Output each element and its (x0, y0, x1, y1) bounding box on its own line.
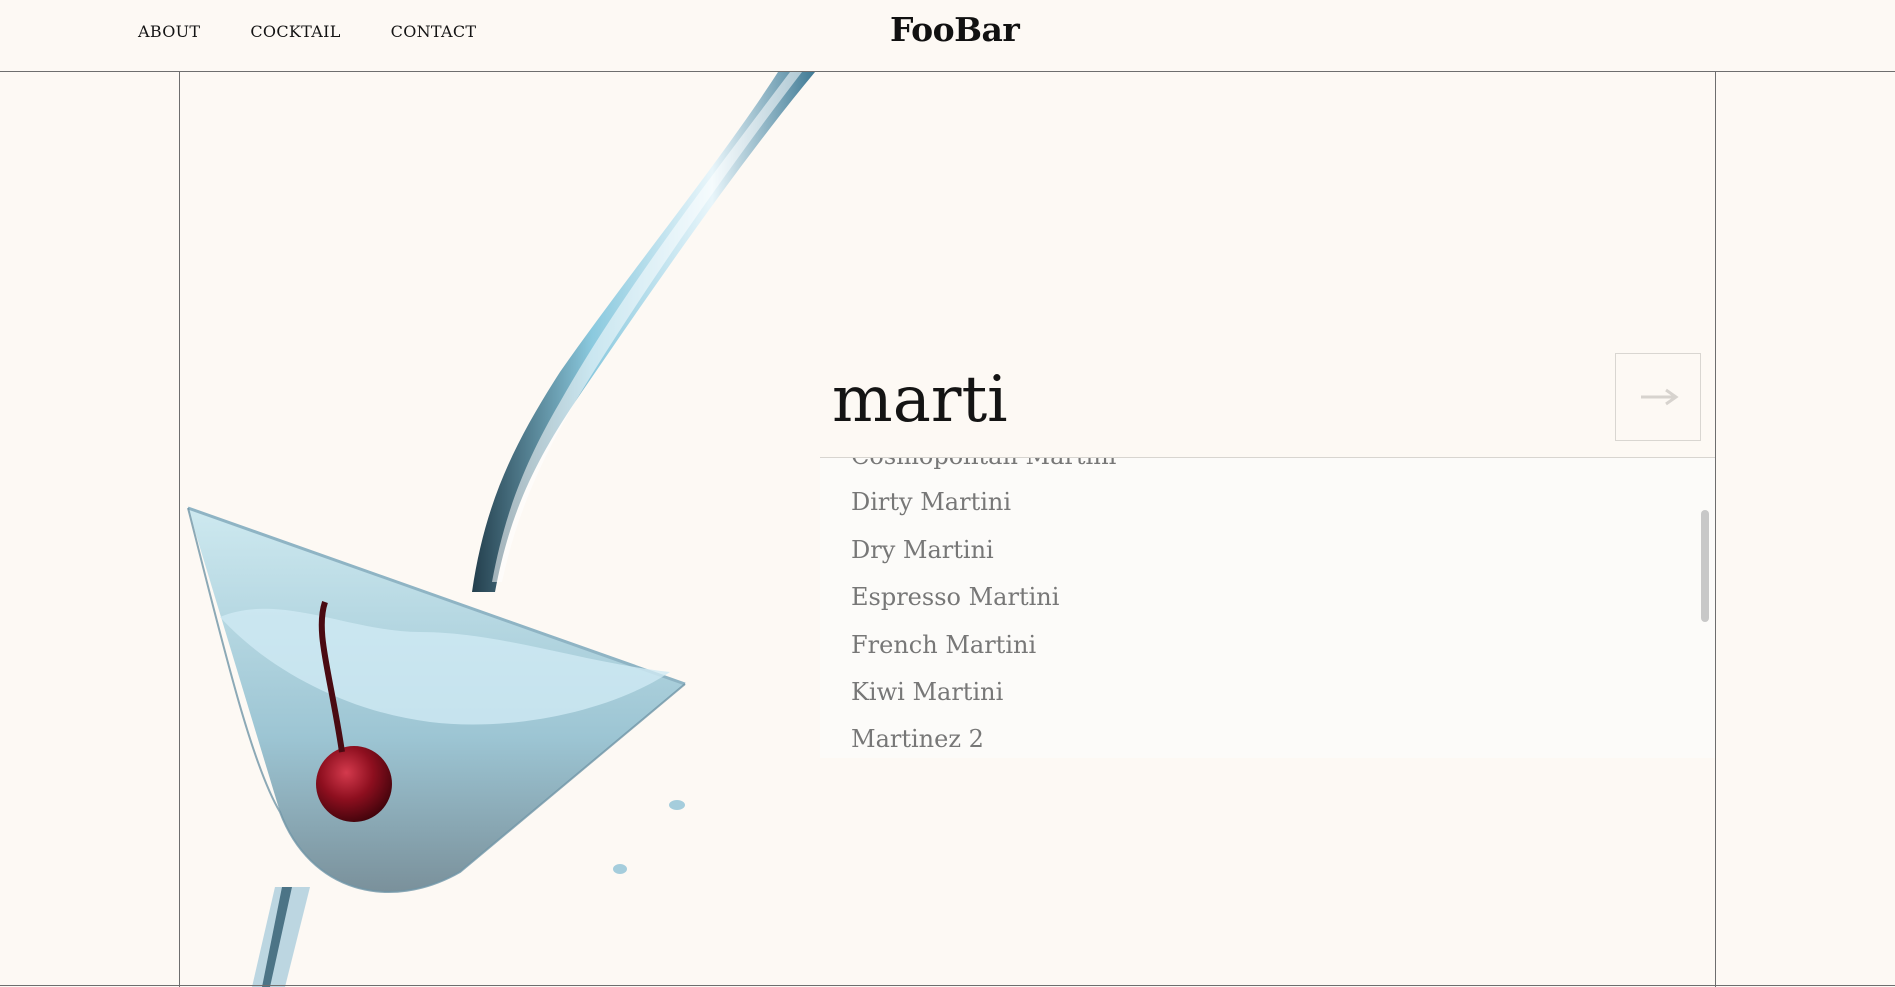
suggestion-item[interactable]: French Martini (851, 631, 1036, 659)
suggestion-item[interactable]: Cosmopolitan Martini (851, 458, 1116, 470)
suggestion-item[interactable]: Kiwi Martini (851, 678, 1003, 706)
suggestion-list[interactable]: Cosmopolitan Martini Dirty Martini Dry M… (820, 458, 1715, 758)
arrow-right-icon (1641, 388, 1679, 406)
nav-contact-link[interactable]: CONTACT (391, 22, 477, 41)
main-nav: ABOUT COCKTAIL CONTACT (138, 22, 476, 41)
search-input[interactable] (832, 360, 1612, 440)
suggestion-item[interactable]: Dirty Martini (851, 488, 1011, 516)
suggestion-item[interactable]: Martinez 2 (851, 725, 984, 753)
search-submit-button[interactable] (1615, 353, 1701, 441)
bottom-divider (0, 985, 1895, 986)
nav-about-link[interactable]: ABOUT (138, 22, 200, 41)
martini-glass-image (187, 72, 815, 987)
top-header: ABOUT COCKTAIL CONTACT FooBar (0, 0, 1895, 72)
suggestion-item[interactable]: Dry Martini (851, 536, 994, 564)
nav-cocktail-link[interactable]: COCKTAIL (250, 22, 340, 41)
suggestion-scrollbar[interactable] (1701, 510, 1709, 622)
main-frame: Cosmopolitan Martini Dirty Martini Dry M… (179, 72, 1716, 987)
site-logo[interactable]: FooBar (890, 10, 1020, 49)
suggestion-item[interactable]: Espresso Martini (851, 583, 1059, 611)
